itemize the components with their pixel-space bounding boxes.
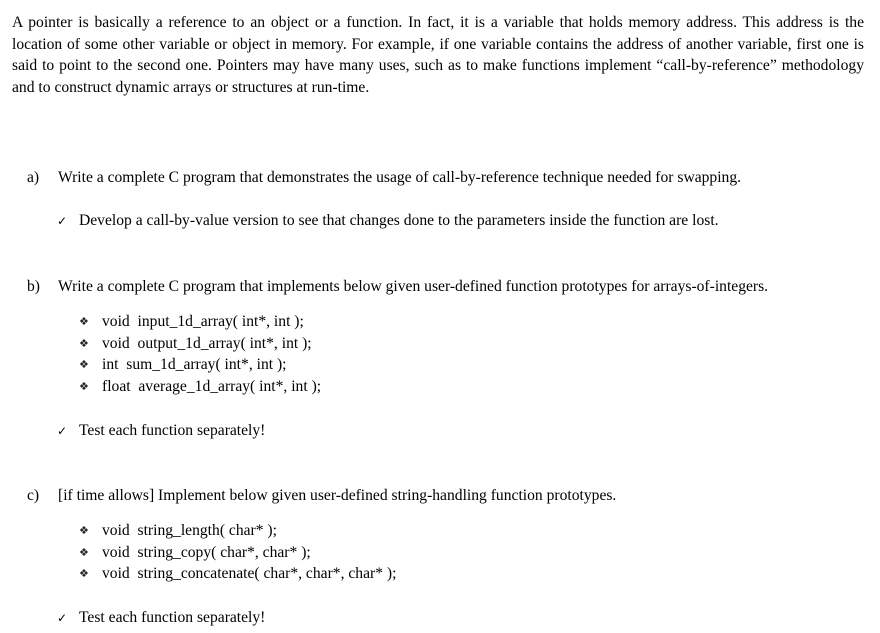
list-item: ❖ void string_copy( char*, char* ); <box>79 542 396 564</box>
question-marker: a) <box>27 169 40 186</box>
list-item: ❖ void output_1d_array( int*, int ); <box>79 333 321 355</box>
intro-paragraph: A pointer is basically a reference to an… <box>12 14 864 96</box>
question-marker: b) <box>27 278 40 295</box>
list-item: ❖ float average_1d_array( int*, int ); <box>79 376 321 398</box>
question-text: Write a complete C program that implemen… <box>58 278 769 295</box>
prototype-text: void string_length( char* ); <box>102 522 277 539</box>
diamond-bullet-icon: ❖ <box>79 567 89 581</box>
prototype-list-c: ❖ void string_length( char* ); ❖ void stri… <box>79 520 396 585</box>
question-text: [if time allows] Implement below given u… <box>58 487 617 504</box>
checkmark-icon: ✓ <box>57 214 68 228</box>
checkmark-icon: ✓ <box>57 424 68 438</box>
note-text: Test each function separately! <box>79 609 266 626</box>
prototype-text: void string_copy( char*, char* ); <box>102 543 311 561</box>
question-text: Write a complete C program that demonstr… <box>58 169 742 186</box>
list-item: ❖ void input_1d_array( int*, int ); <box>79 311 321 333</box>
diamond-bullet-icon: ❖ <box>79 524 89 537</box>
question-c: c) [if time allows] Implement below given… <box>27 486 616 506</box>
list-item: ❖ int sum_1d_array( int*, int ); <box>79 354 321 376</box>
question-b: b) Write a complete C program that implem… <box>27 277 768 297</box>
prototype-list-b: ❖ void input_1d_array( int*, int ); ❖ void… <box>79 311 321 397</box>
note-c: ✓ Test each function separately! <box>57 608 265 628</box>
diamond-bullet-icon: ❖ <box>79 315 89 328</box>
diamond-bullet-icon: ❖ <box>79 358 89 372</box>
diamond-bullet-icon: ❖ <box>79 379 89 393</box>
list-item: ❖ void string_length( char* ); <box>79 520 396 542</box>
prototype-text: void string_concatenate( char*, char*, c… <box>102 565 397 583</box>
checkmark-icon: ✓ <box>57 611 68 625</box>
prototype-text: int sum_1d_array( int*, int ); <box>102 356 287 374</box>
diamond-bullet-icon: ❖ <box>79 336 89 350</box>
question-a: a) Write a complete C program that demons… <box>27 168 741 188</box>
note-text: Test each function separately! <box>79 422 266 439</box>
prototype-text: float average_1d_array( int*, int ); <box>102 377 322 395</box>
note-b: ✓ Test each function separately! <box>57 421 265 441</box>
note-text: Develop a call-by-value version to see t… <box>79 212 719 229</box>
note-a: ✓ Develop a call-by-value version to see … <box>57 211 719 231</box>
list-item: ❖ void string_concatenate( char*, char*, … <box>79 563 396 585</box>
prototype-text: void input_1d_array( int*, int ); <box>102 313 304 330</box>
prototype-text: void output_1d_array( int*, int ); <box>102 334 312 352</box>
diamond-bullet-icon: ❖ <box>79 545 89 559</box>
question-marker: c) <box>27 487 40 504</box>
